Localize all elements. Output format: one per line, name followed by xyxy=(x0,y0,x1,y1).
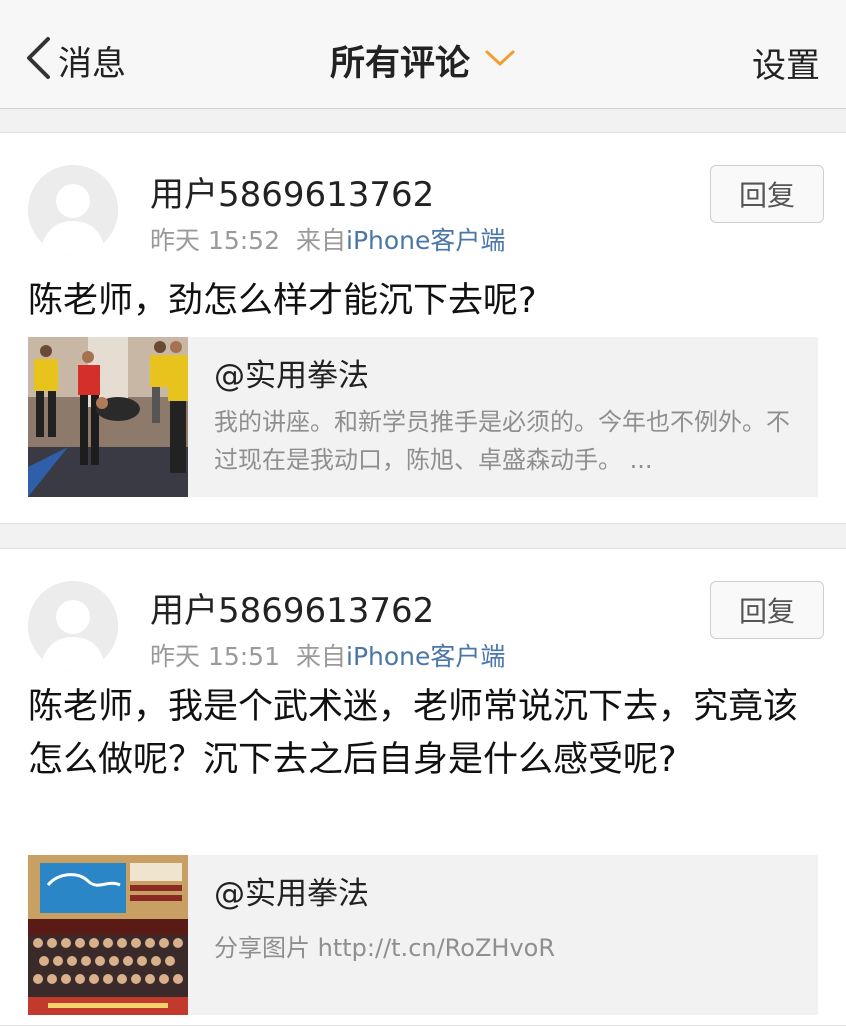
post-description: 分享图片 http://t.cn/RoZHvoR xyxy=(214,934,556,962)
group-photo-image xyxy=(28,855,188,1015)
source-prefix: 来自 xyxy=(296,226,347,255)
post-summary: @实用拳法 分享图片 http://t.cn/RoZHvoR xyxy=(188,855,818,1015)
post-thumbnail xyxy=(28,337,188,497)
comment-time: 昨天 15:52 xyxy=(150,226,280,255)
post-author: @实用拳法 xyxy=(214,876,369,912)
reply-button[interactable]: 回复 xyxy=(710,165,824,223)
post-author: @实用拳法 xyxy=(214,358,369,394)
page-title: 所有评论 xyxy=(329,43,470,84)
post-description: 我的讲座。和新学员推手是必须的。今年也不例外。不过现在是我动口，陈旭、卓盛森动手… xyxy=(214,408,790,474)
chevron-down-icon xyxy=(470,48,516,72)
comment-text: 陈老师，劲怎么样才能沉下去呢? xyxy=(28,281,537,321)
comment-card[interactable]: 用户5869613762 昨天 15:51 来自iPhone客户端 回复 陈老师，… xyxy=(0,548,846,1026)
referenced-post[interactable]: @实用拳法 分享图片 http://t.cn/RoZHvoR xyxy=(28,855,818,1015)
comment-meta: 昨天 15:51 来自iPhone客户端 xyxy=(150,637,505,673)
client-source-link[interactable]: iPhone客户端 xyxy=(346,226,505,255)
post-thumbnail xyxy=(28,855,188,1015)
post-summary: @实用拳法 我的讲座。和新学员推手是必须的。今年也不例外。不过现在是我动口，陈旭… xyxy=(188,337,818,497)
client-source-link[interactable]: iPhone客户端 xyxy=(346,642,505,671)
nav-bar: 消息 所有评论 设置 xyxy=(0,0,846,109)
comment-card[interactable]: 用户5869613762 昨天 15:52 来自iPhone客户端 回复 陈老师，… xyxy=(0,132,846,524)
training-photo-image xyxy=(28,337,188,497)
avatar[interactable] xyxy=(28,581,118,671)
default-avatar-icon xyxy=(28,165,118,255)
default-avatar-icon xyxy=(28,581,118,671)
reply-button[interactable]: 回复 xyxy=(710,581,824,639)
nav-title-container: 所有评论 xyxy=(0,38,846,84)
username[interactable]: 用户5869613762 xyxy=(150,167,434,216)
comment-filter-dropdown[interactable]: 所有评论 xyxy=(330,35,516,86)
referenced-post[interactable]: @实用拳法 我的讲座。和新学员推手是必须的。今年也不例外。不过现在是我动口，陈旭… xyxy=(28,337,818,497)
settings-button[interactable]: 设置 xyxy=(752,38,820,86)
avatar[interactable] xyxy=(28,165,118,255)
comment-text: 陈老师，我是个武术迷，老师常说沉下去，究竟该怎么做呢？沉下去之后自身是什么感受呢… xyxy=(28,687,799,780)
source-prefix: 来自 xyxy=(296,642,347,671)
username[interactable]: 用户5869613762 xyxy=(150,583,434,632)
comment-meta: 昨天 15:52 来自iPhone客户端 xyxy=(150,221,505,257)
comment-time: 昨天 15:51 xyxy=(150,642,280,671)
